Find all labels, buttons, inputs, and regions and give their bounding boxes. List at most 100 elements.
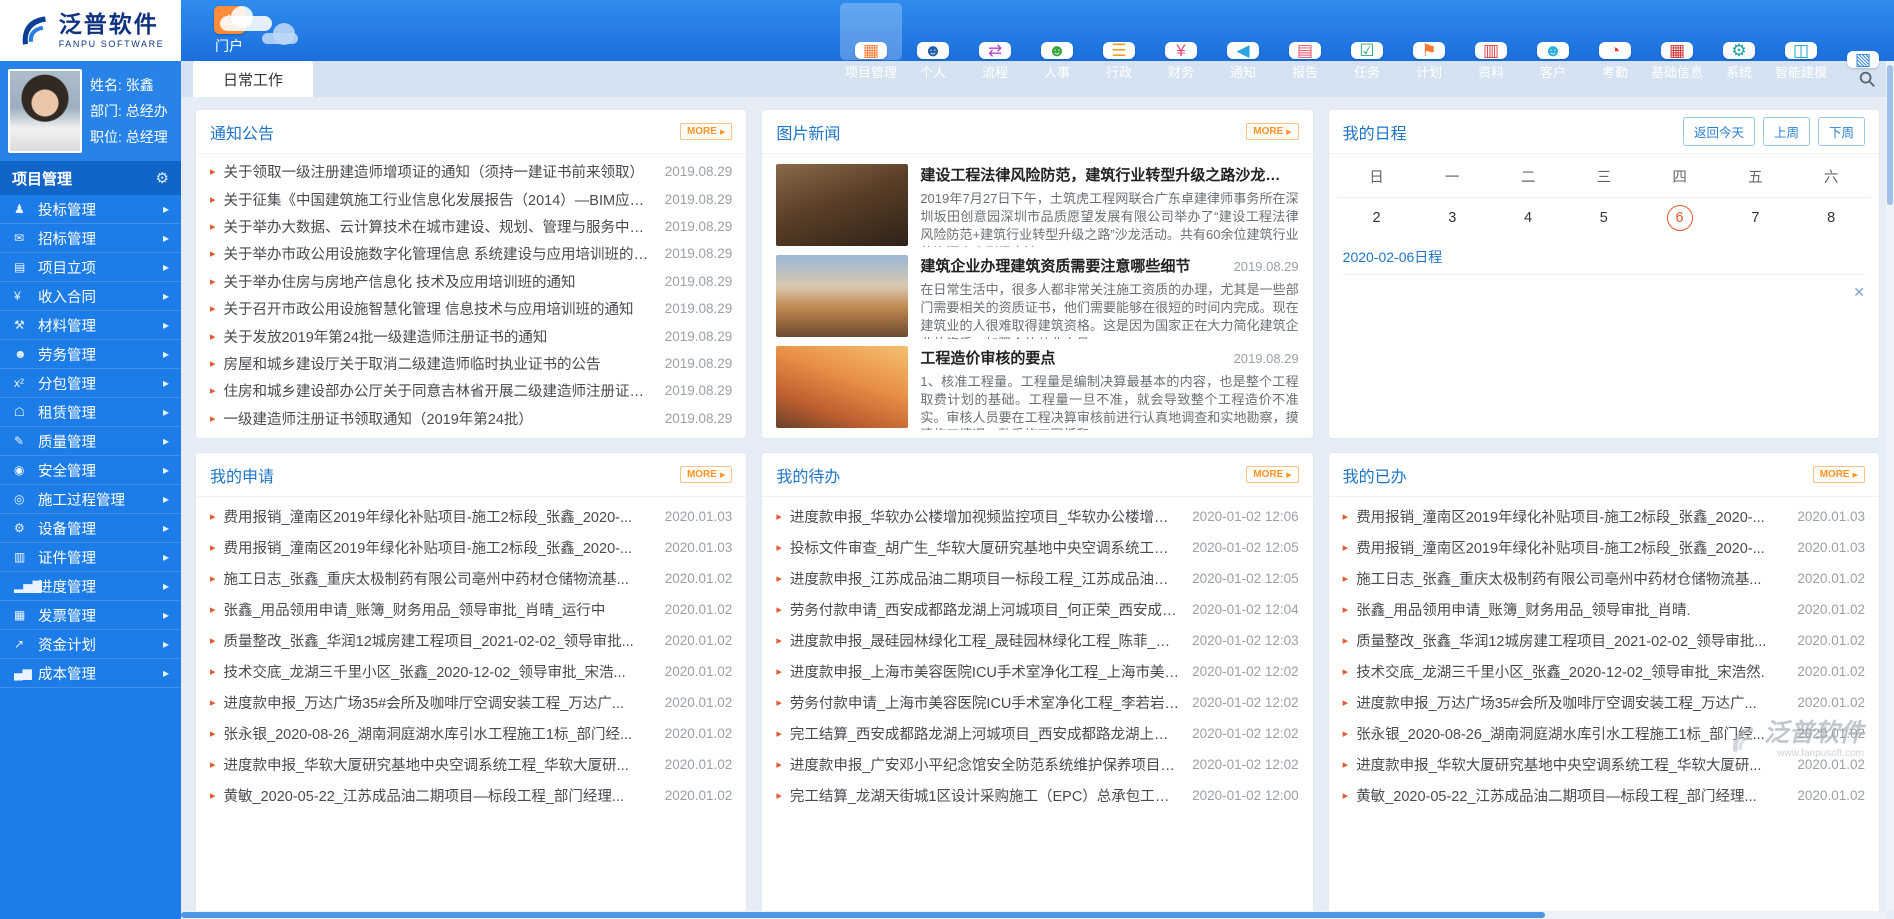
done-item[interactable]: ▸ 费用报销_潼南区2019年绿化补贴项目-施工2标段_张鑫_2020-... … bbox=[1343, 532, 1865, 563]
done-item[interactable]: ▸ 黄敏_2020-05-22_江苏成品油二期项目—标段工程_部门经理... 2… bbox=[1343, 780, 1865, 811]
sidebar-menu-item[interactable]: ▤ 项目立项 ▸ bbox=[0, 253, 181, 282]
sidebar-menu-item[interactable]: ▂▅▇ 进度管理 ▸ bbox=[0, 572, 181, 601]
sidebar-menu-item[interactable]: ♟ 投标管理 ▸ bbox=[0, 195, 181, 224]
more-button[interactable]: MORE▶ bbox=[680, 466, 732, 483]
notice-item[interactable]: ▸ 住房和城乡建设部办公厅关于同意吉林省开展二级建造师注册证书电... 2019… bbox=[210, 377, 732, 404]
done-item[interactable]: ▸ 费用报销_潼南区2019年绿化补贴项目-施工2标段_张鑫_2020-... … bbox=[1343, 501, 1865, 532]
sidebar-menu-item[interactable]: ☖ 租赁管理 ▸ bbox=[0, 398, 181, 427]
sidebar-menu-item[interactable]: ◎ 施工过程管理 ▸ bbox=[0, 485, 181, 514]
sidebar-menu-item[interactable]: ☻ 劳务管理 ▸ bbox=[0, 340, 181, 369]
notice-item[interactable]: ▸ 关于征集《中国建筑施工行业信息化发展报告（2014）—BIM应用与发... … bbox=[210, 185, 732, 212]
calendar-date[interactable]: 8 bbox=[1793, 198, 1869, 238]
notice-item[interactable]: ▸ 关于召开市政公用设施智慧化管理 信息技术与应用培训班的通知 2019.08.… bbox=[210, 295, 732, 322]
application-item[interactable]: ▸ 黄敏_2020-05-22_江苏成品油二期项目—标段工程_部门经理... 2… bbox=[210, 780, 732, 811]
module-button[interactable]: ◫ 智能建模 bbox=[1770, 3, 1832, 60]
notice-item[interactable]: ▸ 关于领取一级注册建造师增项证的通知（须持一建证书前来领取） 2019.08.… bbox=[210, 158, 732, 185]
vertical-scrollbar[interactable] bbox=[1886, 61, 1894, 911]
application-item[interactable]: ▸ 进度款申报_华软大厦研究基地中央空调系统工程_华软大厦研... 2020.0… bbox=[210, 749, 732, 780]
sidebar-menu-item[interactable]: ▦ 发票管理 ▸ bbox=[0, 601, 181, 630]
todo-item[interactable]: ▸ 进度款申报_晟硅园林绿化工程_晟硅园林绿化工程_陈菲_陈菲 2020-01-… bbox=[776, 625, 1298, 656]
application-item[interactable]: ▸ 质量整改_张鑫_华润12城房建工程项目_2021-02-02_领导审批...… bbox=[210, 625, 732, 656]
more-button[interactable]: MORE▶ bbox=[1813, 466, 1865, 483]
module-button[interactable]: ¥ 财务 bbox=[1150, 3, 1212, 60]
module-button[interactable]: ▥ 资料 bbox=[1460, 3, 1522, 60]
more-button[interactable]: MORE▶ bbox=[1246, 123, 1298, 140]
sidebar-menu-item[interactable]: x² 分包管理 ▸ bbox=[0, 369, 181, 398]
module-button[interactable]: ☻ 个人 bbox=[902, 3, 964, 60]
module-button[interactable]: ☰ 行政 bbox=[1088, 3, 1150, 60]
sidebar-menu-item[interactable]: ↗ 资金计划 ▸ bbox=[0, 630, 181, 659]
todo-item[interactable]: ▸ 完工结算_西安成都路龙湖上河城项目_西安成都路龙湖上河城项... 2020-… bbox=[776, 718, 1298, 749]
news-item[interactable]: 建筑企业办理建筑资质需要注意哪些细节 2019.08.29 在日常生活中，很多人… bbox=[776, 253, 1298, 338]
calendar-date[interactable]: 3 bbox=[1414, 198, 1490, 238]
notice-item[interactable]: ▸ 关于举办住房与房地产信息化 技术及应用培训班的通知 2019.08.29 bbox=[210, 268, 732, 295]
avatar[interactable] bbox=[8, 69, 82, 153]
notice-item[interactable]: ▸ 关于举办市政公用设施数字化管理信息 系统建设与应用培训班的通知 2019.0… bbox=[210, 240, 732, 267]
done-item[interactable]: ▸ 张永银_2020-08-26_湖南洞庭湖水库引水工程施工1标_部门经... … bbox=[1343, 718, 1865, 749]
module-button[interactable]: ◔ 考勤 bbox=[1584, 3, 1646, 60]
todo-item[interactable]: ▸ 完工结算_龙湖天街城1区设计采购施工（EPC）总承包工程_龙... 2020… bbox=[776, 780, 1298, 811]
todo-item[interactable]: ▸ 进度款申报_华软办公楼增加视频监控项目_华软办公楼增加视频... 2020-… bbox=[776, 501, 1298, 532]
back-to-today-button[interactable]: 返回今天 bbox=[1683, 117, 1755, 146]
gear-icon[interactable]: ⚙ bbox=[156, 169, 169, 187]
sidebar-menu-item[interactable]: ⚙ 设备管理 ▸ bbox=[0, 514, 181, 543]
sidebar-menu-item[interactable]: ✎ 质量管理 ▸ bbox=[0, 427, 181, 456]
todo-item[interactable]: ▸ 进度款申报_上海市美容医院ICU手术室净化工程_上海市美容医... 2020… bbox=[776, 656, 1298, 687]
search-icon[interactable] bbox=[1858, 70, 1876, 88]
application-item[interactable]: ▸ 张永银_2020-08-26_湖南洞庭湖水库引水工程施工1标_部门经... … bbox=[210, 718, 732, 749]
news-item[interactable]: 建设工程法律风险防范，建筑行业转型升级之路沙龙活动 2019年7月27日下午，土… bbox=[776, 162, 1298, 247]
module-button[interactable]: ▧ bbox=[1832, 3, 1894, 60]
close-icon[interactable]: ✕ bbox=[1853, 284, 1865, 301]
notice-item[interactable]: ▸ 关于举办大数据、云计算技术在城市建设、规划、管理与服务中的应... 2019… bbox=[210, 213, 732, 240]
sidebar-menu-item[interactable]: ¥ 收入合同 ▸ bbox=[0, 282, 181, 311]
module-button[interactable]: ▦ 项目管理 bbox=[840, 3, 902, 60]
application-item[interactable]: ▸ 进度款申报_万达广场35#会所及咖啡厅空调安装工程_万达广... 2020.… bbox=[210, 687, 732, 718]
todo-item[interactable]: ▸ 劳务付款申请_西安成都路龙湖上河城项目_何正荣_西安成都路... 2020-… bbox=[776, 594, 1298, 625]
application-item[interactable]: ▸ 张鑫_用品领用申请_账簿_财务用品_领导审批_肖晴_运行中 2020.01.… bbox=[210, 594, 732, 625]
todo-item[interactable]: ▸ 投标文件审查_胡广生_华软大厦研究基地中央空调系统工程_20... 2020… bbox=[776, 532, 1298, 563]
done-item[interactable]: ▸ 施工日志_张鑫_重庆太极制药有限公司亳州中药材仓储物流基... 2020.0… bbox=[1343, 563, 1865, 594]
application-item[interactable]: ▸ 技术交底_龙湖三千里小区_张鑫_2020-12-02_领导审批_宋浩... … bbox=[210, 656, 732, 687]
calendar-date[interactable]: 4 bbox=[1490, 198, 1566, 238]
calendar-date[interactable]: 7 bbox=[1717, 198, 1793, 238]
application-item[interactable]: ▸ 费用报销_潼南区2019年绿化补贴项目-施工2标段_张鑫_2020-... … bbox=[210, 501, 732, 532]
vertical-scrollbar-thumb[interactable] bbox=[1887, 65, 1893, 205]
more-button[interactable]: MORE▶ bbox=[680, 123, 732, 140]
calendar-date[interactable]: 5 bbox=[1566, 198, 1642, 238]
module-button[interactable]: ▦ 基础信息 bbox=[1646, 3, 1708, 60]
sidebar-menu-item[interactable]: ▄▆ 成本管理 ▸ bbox=[0, 659, 181, 688]
calendar-date[interactable]: 2 bbox=[1339, 198, 1415, 238]
module-button[interactable]: ⚑ 计划 bbox=[1398, 3, 1460, 60]
todo-item[interactable]: ▸ 进度款申报_广安邓小平纪念馆安全防范系统维护保养项目_广安... 2020-… bbox=[776, 749, 1298, 780]
module-button[interactable]: ▤ 报告 bbox=[1274, 3, 1336, 60]
done-item[interactable]: ▸ 技术交底_龙湖三千里小区_张鑫_2020-12-02_领导审批_宋浩然. 2… bbox=[1343, 656, 1865, 687]
module-button[interactable]: ☻ 人事 bbox=[1026, 3, 1088, 60]
tab-daily-work[interactable]: 日常工作 bbox=[193, 61, 313, 97]
notice-item[interactable]: ▸ 房屋和城乡建设厅关于取消二级建造师临时执业证书的公告 2019.08.29 bbox=[210, 350, 732, 377]
calendar-date[interactable]: 6 bbox=[1642, 198, 1718, 238]
done-item[interactable]: ▸ 进度款申报_万达广场35#会所及咖啡厅空调安装工程_万达广... 2020.… bbox=[1343, 687, 1865, 718]
horizontal-scrollbar[interactable] bbox=[181, 911, 1886, 919]
module-button[interactable]: ⚙ 系统 bbox=[1708, 3, 1770, 60]
more-button[interactable]: MORE▶ bbox=[1246, 466, 1298, 483]
done-item[interactable]: ▸ 进度款申报_华软大厦研究基地中央空调系统工程_华软大厦研... 2020.0… bbox=[1343, 749, 1865, 780]
module-button[interactable]: ◀ 通知 bbox=[1212, 3, 1274, 60]
previous-week-button[interactable]: 上周 bbox=[1763, 117, 1810, 146]
todo-item[interactable]: ▸ 劳务付款申请_上海市美容医院ICU手术室净化工程_李若岩_上... 2020… bbox=[776, 687, 1298, 718]
done-item[interactable]: ▸ 质量整改_张鑫_华润12城房建工程项目_2021-02-02_领导审批...… bbox=[1343, 625, 1865, 656]
sidebar-menu-item[interactable]: ⚒ 材料管理 ▸ bbox=[0, 311, 181, 340]
module-button[interactable]: ⇄ 流程 bbox=[964, 3, 1026, 60]
module-button[interactable]: ☑ 任务 bbox=[1336, 3, 1398, 60]
done-item[interactable]: ▸ 张鑫_用品领用申请_账簿_财务用品_领导审批_肖晴. 2020.01.02 bbox=[1343, 594, 1865, 625]
notice-item[interactable]: ▸ 一级建造师注册证书领取通知（2019年第24批） 2019.08.29 bbox=[210, 405, 732, 432]
next-week-button[interactable]: 下周 bbox=[1818, 117, 1865, 146]
sidebar-menu-item[interactable]: ◉ 安全管理 ▸ bbox=[0, 456, 181, 485]
todo-item[interactable]: ▸ 进度款申报_江苏成品油二期项目一标段工程_江苏成品油二期项... 2020-… bbox=[776, 563, 1298, 594]
notice-item[interactable]: ▸ 关于发放2019年第24批一级建造师注册证书的通知 2019.08.29 bbox=[210, 322, 732, 349]
application-item[interactable]: ▸ 施工日志_张鑫_重庆太极制药有限公司亳州中药材仓储物流基... 2020.0… bbox=[210, 563, 732, 594]
module-button[interactable]: ☻ 客户 bbox=[1522, 3, 1584, 60]
sidebar-menu-item[interactable]: ▥ 证件管理 ▸ bbox=[0, 543, 181, 572]
application-item[interactable]: ▸ 费用报销_潼南区2019年绿化补贴项目-施工2标段_张鑫_2020-... … bbox=[210, 532, 732, 563]
horizontal-scrollbar-thumb[interactable] bbox=[181, 912, 1545, 918]
news-item[interactable]: 工程造价审核的要点 2019.08.29 1、核准工程量。工程量是编制决算最基本… bbox=[776, 345, 1298, 430]
